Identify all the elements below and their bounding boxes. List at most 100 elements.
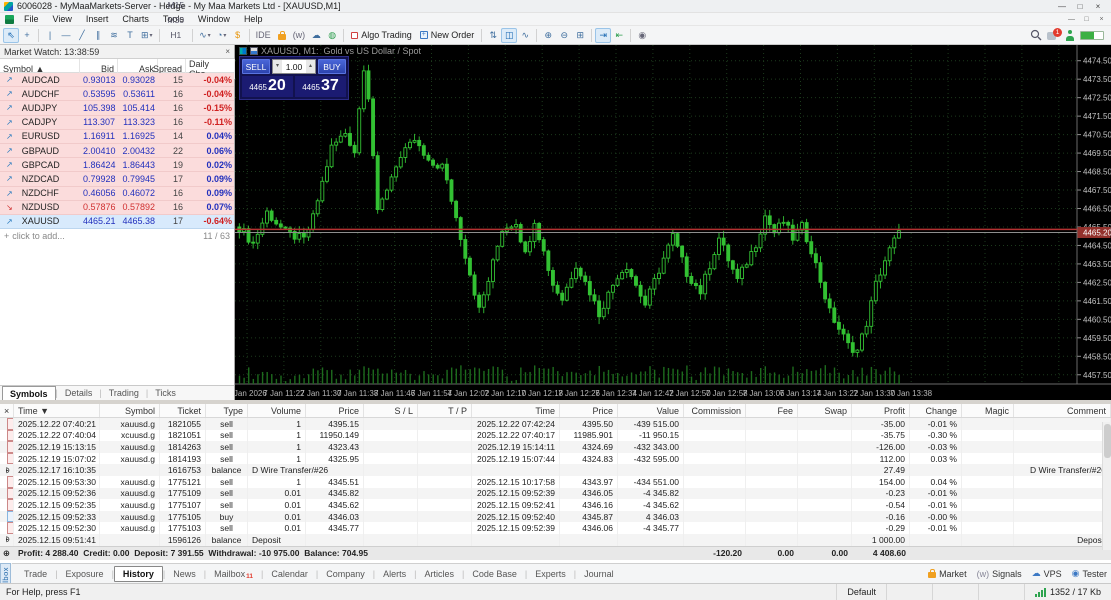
market-watch-add-row[interactable]: + click to add... 11 / 63: [0, 229, 234, 243]
history-col-commission[interactable]: Commission: [684, 404, 746, 417]
fibonacci-tool-button[interactable]: ≋: [106, 28, 122, 43]
new-order-button[interactable]: +New Order: [416, 28, 479, 43]
auto-scroll-button[interactable]: ⇤: [611, 28, 627, 43]
history-row[interactable]: 2025.12.22 07:40:04xcuusd.g1821051sell11…: [0, 430, 1111, 442]
menu-window[interactable]: Window: [191, 14, 237, 24]
timeframe-m30[interactable]: M30: [163, 13, 190, 28]
tab-ticks[interactable]: Ticks: [148, 386, 183, 400]
market-watch-row-nzdusd[interactable]: ↘NZDUSD0.578760.57892160.07%: [0, 201, 234, 215]
signals-link[interactable]: (w)Signals: [977, 569, 1022, 579]
history-col-price[interactable]: Price: [560, 404, 618, 417]
history-col-tp[interactable]: T / P: [418, 404, 472, 417]
history-row[interactable]: ⊕2025.12.15 09:51:411596126balanceDeposi…: [0, 534, 1111, 546]
history-col-ticket[interactable]: Ticket: [160, 404, 206, 417]
history-col-change[interactable]: Change: [910, 404, 962, 417]
mdi-minimize-icon[interactable]: —: [1064, 16, 1079, 23]
market-watch-row-gbpcad[interactable]: ↗GBPCAD1.864241.86443190.02%: [0, 158, 234, 172]
market-watch-row-xauusd[interactable]: ↗XAUUSD4465.214465.3817-0.64%: [0, 215, 234, 229]
history-row[interactable]: 2025.12.22 07:40:21xauusd.g1821055sell14…: [0, 418, 1111, 430]
history-col-price[interactable]: Price: [306, 404, 364, 417]
history-row[interactable]: 2025.12.15 09:52:35xauusd.g1775107sell0.…: [0, 499, 1111, 511]
history-col-type[interactable]: Type: [206, 404, 248, 417]
sell-price[interactable]: 4465 20: [242, 76, 293, 97]
market-watch-row-gbpaud[interactable]: ↗GBPAUD2.004102.00432220.06%: [0, 144, 234, 158]
history-col-magic[interactable]: Magic: [962, 404, 1014, 417]
toolbox-tab-articles[interactable]: Articles: [416, 566, 462, 582]
history-row[interactable]: 2025.12.19 15:07:02xauusd.g1814193sell14…: [0, 453, 1111, 465]
buy-button[interactable]: BUY: [318, 59, 346, 74]
history-col-volume[interactable]: Volume: [248, 404, 306, 417]
volume-value[interactable]: 1.00: [282, 62, 306, 72]
channel-tool-button[interactable]: ∥: [90, 28, 106, 43]
shift-end-button[interactable]: ⇥: [595, 28, 611, 43]
history-row[interactable]: 2025.12.19 15:13:15xauusd.g1814263sell14…: [0, 441, 1111, 453]
search-icon[interactable]: [1030, 29, 1042, 41]
menu-help[interactable]: Help: [237, 14, 270, 24]
screenshot-button[interactable]: ◉: [634, 28, 650, 43]
profile-selector[interactable]: Default: [836, 584, 886, 600]
history-row[interactable]: 2025.12.15 09:52:33xauusd.g1775105buy0.0…: [0, 511, 1111, 523]
cursor-tool-button[interactable]: ⇖: [3, 28, 19, 43]
menu-charts[interactable]: Charts: [115, 14, 156, 24]
sell-button[interactable]: SELL: [242, 59, 270, 74]
zoom-out-button[interactable]: ⊖: [556, 28, 572, 43]
toolbox-tab-company[interactable]: Company: [318, 566, 373, 582]
market-watch-row-eurusd[interactable]: ↗EURUSD1.169111.16925140.04%: [0, 130, 234, 144]
vps-link[interactable]: ☁VPS: [1032, 568, 1062, 579]
notifications-icon[interactable]: 1: [1047, 29, 1060, 41]
menu-file[interactable]: File: [17, 14, 46, 24]
candle-chart-button[interactable]: ◫: [501, 28, 517, 43]
deposit-button[interactable]: $: [230, 28, 246, 43]
indicators-menu-button[interactable]: ∿▾: [196, 28, 214, 43]
history-col-time[interactable]: Time: [472, 404, 560, 417]
toolbox-tab-trade[interactable]: Trade: [16, 566, 55, 582]
vps-cloud-icon[interactable]: ☁: [308, 28, 324, 43]
text-tool-button[interactable]: T: [122, 28, 138, 43]
history-scrollbar[interactable]: [1102, 422, 1111, 550]
history-col-swap[interactable]: Swap: [798, 404, 852, 417]
scrollbar-thumb[interactable]: [1104, 424, 1111, 458]
mdi-close-icon[interactable]: ×: [1094, 16, 1109, 23]
tab-trading[interactable]: Trading: [102, 386, 146, 400]
minimize-icon[interactable]: —: [1053, 2, 1071, 11]
toolbox-tab-news[interactable]: News: [165, 566, 204, 582]
menu-view[interactable]: View: [46, 14, 79, 24]
trendline-tool-button[interactable]: ╱: [74, 28, 90, 43]
toolbox-tab-exposure[interactable]: Exposure: [58, 566, 112, 582]
community-icon[interactable]: ◍: [324, 28, 340, 43]
signals-icon[interactable]: (w): [290, 28, 309, 43]
history-col-symbol[interactable]: Symbol: [100, 404, 160, 417]
tab-symbols[interactable]: Symbols: [2, 386, 56, 400]
toolbox-close-icon[interactable]: ×: [0, 404, 14, 417]
history-col-profit[interactable]: Profit: [852, 404, 910, 417]
toolbox-tab-journal[interactable]: Journal: [576, 566, 622, 582]
tile-windows-button[interactable]: ⊞: [572, 28, 588, 43]
tab-details[interactable]: Details: [58, 386, 100, 400]
history-col-comment[interactable]: Comment: [1014, 404, 1111, 417]
volume-decrease-icon[interactable]: ▾: [273, 60, 282, 73]
history-col-value[interactable]: Value: [618, 404, 684, 417]
price-chart[interactable]: 4457.504458.504459.504460.504461.504462.…: [235, 45, 1111, 400]
objects-menu-button[interactable]: ⊞▾: [138, 28, 156, 43]
history-col-fee[interactable]: Fee: [746, 404, 798, 417]
buy-price[interactable]: 4465 37: [295, 76, 346, 97]
crosshair-tool-button[interactable]: +: [19, 28, 35, 43]
toolbox-tab-experts[interactable]: Experts: [527, 566, 574, 582]
market-watch-row-nzdcad[interactable]: ↗NZDCAD0.799280.79945170.09%: [0, 172, 234, 186]
objects-list-button[interactable]: ◔▾: [214, 28, 230, 43]
metaeditor-ide-button[interactable]: IDE: [253, 28, 274, 43]
history-row[interactable]: ⊕2025.12.17 16:10:351616753balanceD Wire…: [0, 464, 1111, 476]
market-watch-row-audchf[interactable]: ↗AUDCHF0.535950.5361116-0.04%: [0, 87, 234, 101]
market-watch-row-audcad[interactable]: ↗AUDCAD0.930130.9302815-0.04%: [0, 73, 234, 87]
history-col-sl[interactable]: S / L: [364, 404, 418, 417]
timeframe-m15[interactable]: M15: [163, 0, 190, 13]
vertical-line-tool-button[interactable]: |: [42, 28, 58, 43]
mdi-restore-icon[interactable]: □: [1079, 16, 1094, 23]
tick-chart-button[interactable]: ⇅: [485, 28, 501, 43]
market-watch-row-audjpy[interactable]: ↗AUDJPY105.398105.41416-0.15%: [0, 101, 234, 115]
history-row[interactable]: 2025.12.15 09:52:30xauusd.g1775103sell0.…: [0, 522, 1111, 534]
volume-increase-icon[interactable]: ▴: [306, 60, 315, 73]
line-chart-button[interactable]: ∿: [517, 28, 533, 43]
algo-trading-button[interactable]: Algo Trading: [347, 28, 416, 43]
close-icon[interactable]: ×: [1089, 2, 1107, 11]
